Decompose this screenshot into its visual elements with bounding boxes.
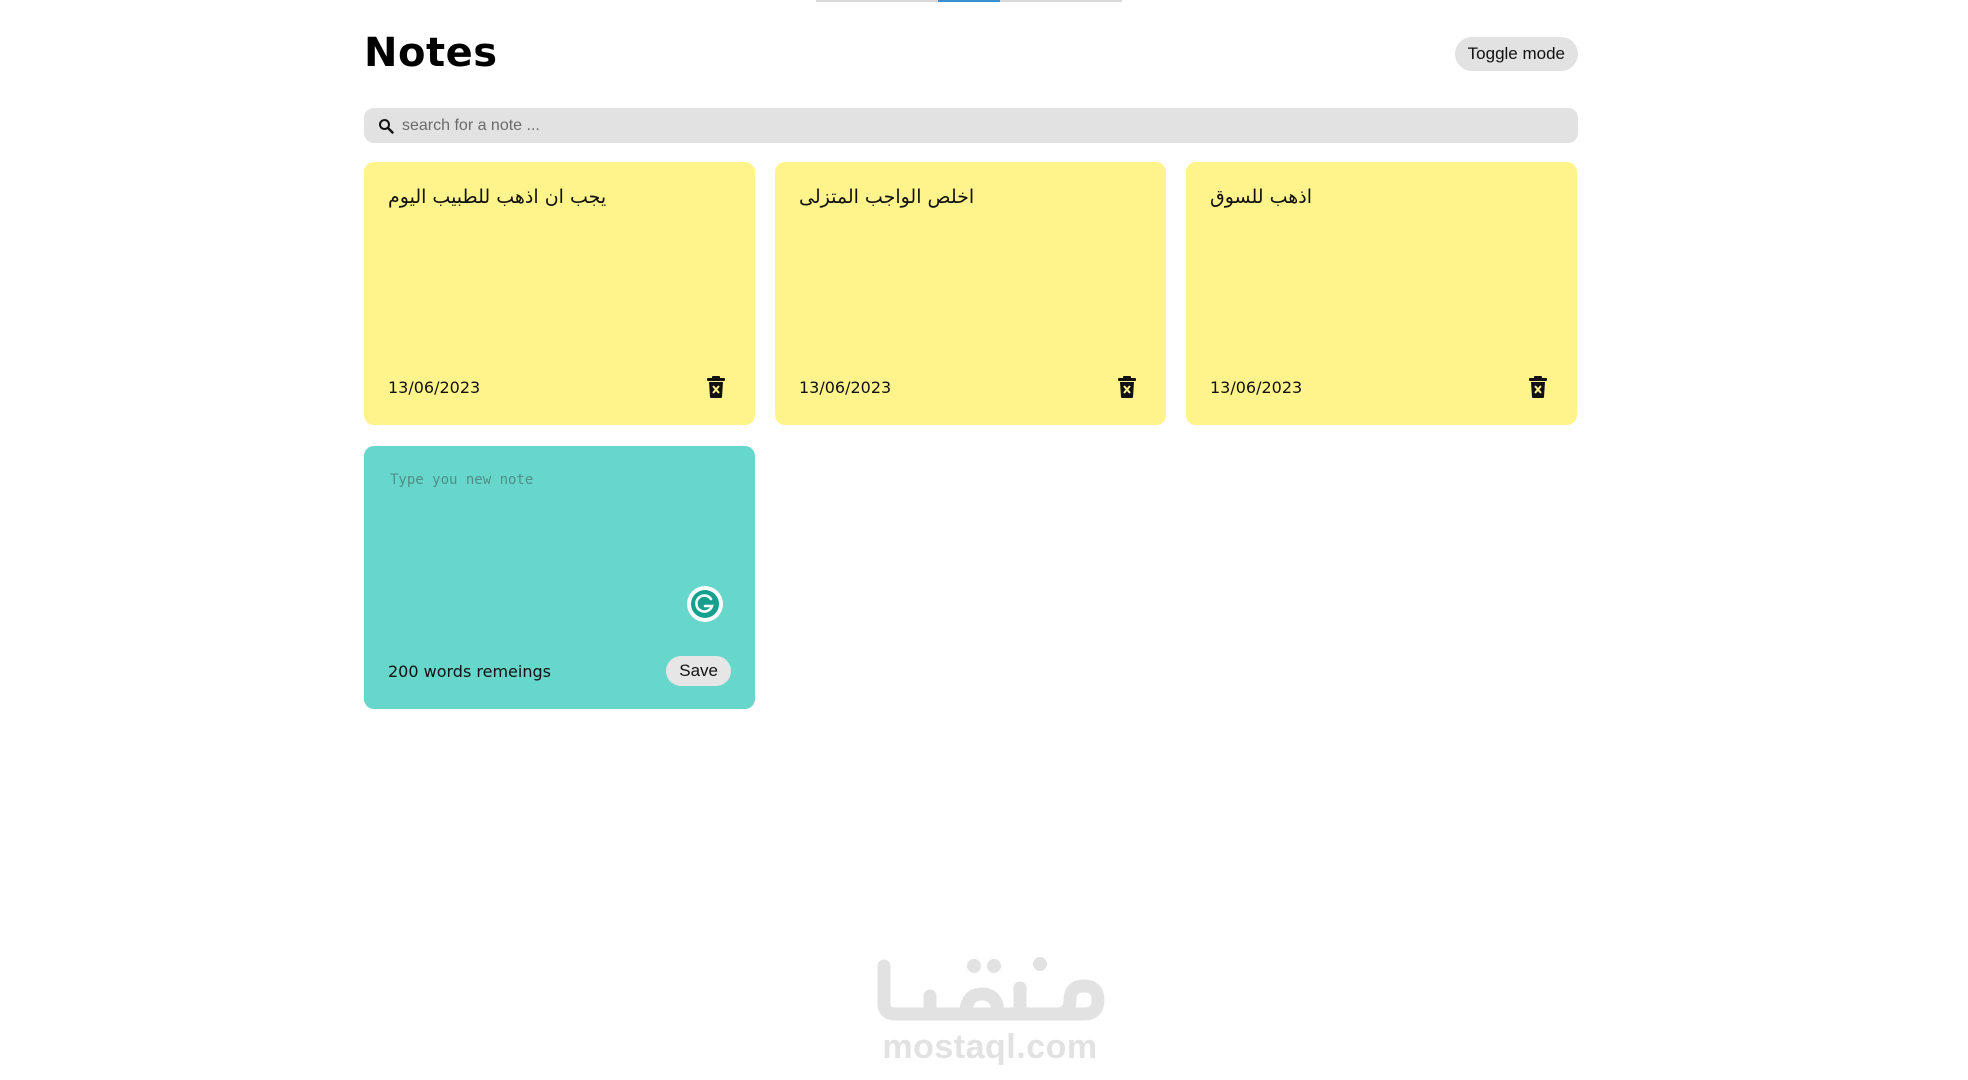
new-note-footer: 200 words remeings Save xyxy=(388,656,731,686)
new-note-card: 200 words remeings Save xyxy=(364,446,755,709)
notes-list: يجب ان اذهب للطبيب اليوم 13/06/2023 اخلص… xyxy=(364,162,1578,709)
search-input[interactable] xyxy=(400,115,1554,136)
save-button[interactable]: Save xyxy=(666,656,731,686)
note-date: 13/06/2023 xyxy=(799,377,892,397)
note-date: 13/06/2023 xyxy=(388,377,481,397)
note-text: يجب ان اذهب للطبيب اليوم xyxy=(388,186,607,208)
watermark: mostaql.com xyxy=(870,948,1110,1074)
note-card: اخلص الواجب المتزلى 13/06/2023 xyxy=(775,162,1166,425)
header: Notes Toggle mode xyxy=(364,0,1578,106)
notes-app: Notes Toggle mode يجب ان اذهب للطبيب الي… xyxy=(364,0,1578,709)
toggle-mode-button[interactable]: Toggle mode xyxy=(1454,37,1578,71)
note-card: يجب ان اذهب للطبيب اليوم 13/06/2023 xyxy=(364,162,755,425)
note-text: اذهب للسوق xyxy=(1210,186,1313,208)
search-icon xyxy=(379,118,394,134)
watermark-site: mostaql.com xyxy=(882,1028,1098,1066)
page-title: Notes xyxy=(364,30,498,76)
note-text: اخلص الواجب المتزلى xyxy=(799,186,975,208)
note-footer: 13/06/2023 xyxy=(799,373,1142,401)
words-remaining-counter: 200 words remeings xyxy=(388,661,551,681)
note-date: 13/06/2023 xyxy=(1210,377,1303,397)
trash-icon[interactable] xyxy=(707,376,725,398)
note-card: اذهب للسوق 13/06/2023 xyxy=(1186,162,1577,425)
grammarly-icon[interactable] xyxy=(686,585,724,623)
trash-icon[interactable] xyxy=(1118,376,1136,398)
mostaql-logo-icon xyxy=(877,957,1105,1021)
note-footer: 13/06/2023 xyxy=(1210,373,1553,401)
search-bar[interactable] xyxy=(364,108,1578,143)
new-note-input[interactable] xyxy=(388,470,732,614)
trash-icon[interactable] xyxy=(1529,376,1547,398)
note-footer: 13/06/2023 xyxy=(388,373,731,401)
